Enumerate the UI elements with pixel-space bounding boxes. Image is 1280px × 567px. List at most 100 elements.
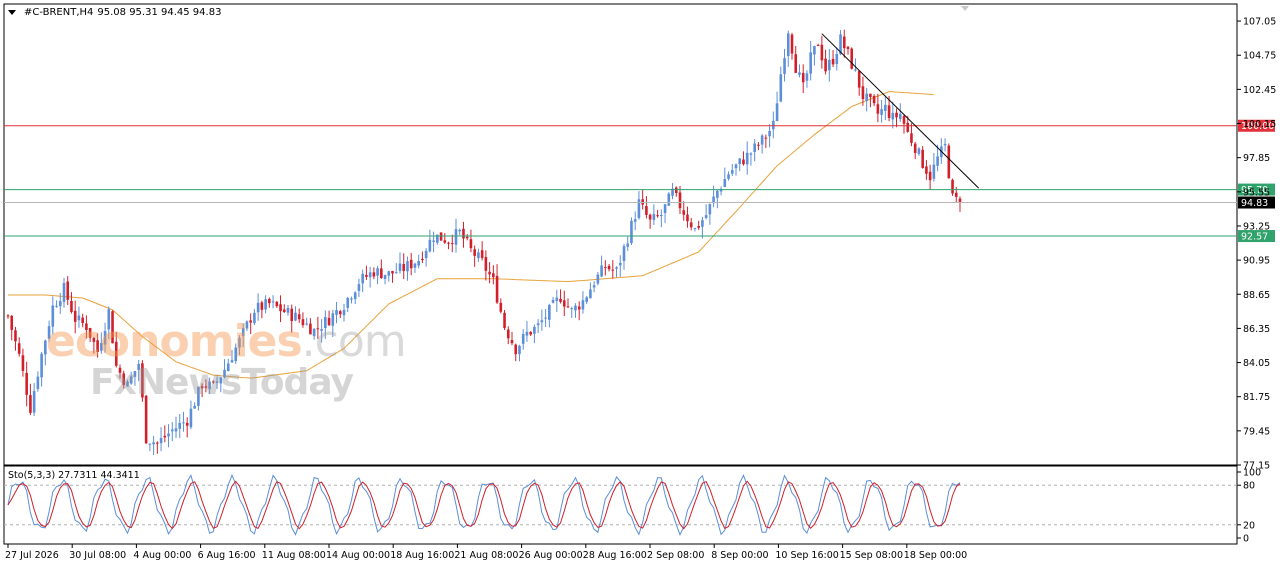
current-price-label: 94.83 [1241, 198, 1268, 209]
candle-body [951, 179, 954, 194]
candle-body [406, 261, 409, 272]
candle-body [156, 442, 159, 444]
candle-body [163, 435, 167, 438]
candle-body [674, 187, 678, 193]
candle-body [350, 298, 353, 300]
candle-body [286, 308, 290, 313]
candle-body [842, 36, 846, 49]
candle-body [600, 265, 603, 277]
candle-body [148, 443, 152, 445]
candle-body [656, 215, 659, 217]
candle-body [689, 222, 693, 228]
candle-body [768, 130, 771, 137]
candle-body [178, 422, 182, 429]
candle-body [835, 54, 839, 65]
candle-body [932, 164, 936, 179]
chevron-down-icon[interactable] [8, 10, 16, 15]
y-tick-label: 88.65 [1243, 290, 1270, 301]
candle-body [745, 152, 749, 165]
candle-body [734, 164, 738, 169]
candle-body [383, 274, 387, 279]
candle-body [910, 133, 913, 143]
stoch-tick-label: 20 [1243, 520, 1255, 531]
candle-body [641, 199, 644, 205]
candle-body [865, 93, 868, 101]
candle-body [174, 428, 178, 432]
candle-body [6, 315, 10, 317]
candle-body [645, 206, 648, 215]
candle-body [346, 297, 350, 308]
candle-body [611, 269, 615, 271]
stoch-tick-label: 100 [1243, 468, 1261, 479]
candle-body [536, 323, 540, 326]
candle-body [391, 270, 394, 274]
candle-body [954, 192, 958, 197]
stoch-tick-label: 80 [1243, 481, 1255, 492]
candle-body [898, 113, 902, 120]
candle-body [794, 54, 798, 73]
candle-body [872, 95, 876, 104]
candle-body [32, 391, 36, 413]
candle-body [413, 263, 417, 268]
candle-body [667, 193, 671, 206]
candle-body [398, 263, 402, 271]
candle-body [917, 148, 921, 154]
candle-body [70, 300, 73, 313]
candle-body [555, 297, 559, 301]
candle-body [450, 243, 454, 245]
candle-body [798, 72, 801, 75]
candle-body [260, 302, 264, 310]
ohlc-values: 95.08 95.31 94.45 94.83 [97, 7, 222, 18]
candle-body [772, 121, 775, 130]
candle-body [533, 326, 536, 334]
candle-body [488, 271, 491, 275]
candle-body [574, 305, 577, 311]
candle-body [264, 299, 267, 310]
candle-body [462, 228, 465, 239]
candle-body [618, 262, 622, 266]
candle-body [376, 268, 379, 276]
candle-body [562, 300, 566, 307]
candle-body [880, 109, 883, 115]
candle-body [518, 345, 521, 355]
x-tick-label: 6 Aug 16:00 [198, 550, 256, 561]
candle-body [906, 122, 910, 132]
candle-body [268, 298, 271, 304]
candle-body [424, 250, 428, 259]
candle-body [626, 243, 630, 247]
candle-body [693, 228, 697, 230]
candle-body [604, 267, 607, 269]
stoch-tick-label: 0 [1243, 534, 1249, 545]
candle-body [581, 300, 585, 310]
candle-body [29, 395, 32, 413]
candle-body [943, 143, 947, 146]
candle-body [443, 240, 447, 243]
candle-body [525, 331, 529, 336]
candle-body [936, 156, 939, 166]
y-tick-label: 86.35 [1243, 324, 1270, 335]
candle-body [925, 166, 928, 174]
candle-body [596, 274, 600, 284]
y-tick-label: 93.25 [1243, 221, 1270, 232]
candle-body [779, 74, 783, 102]
candle-body [738, 158, 742, 164]
candle-body [831, 58, 835, 65]
candle-body [185, 422, 189, 426]
y-tick-label: 79.45 [1243, 426, 1270, 437]
candle-body [275, 301, 279, 307]
candle-body [480, 250, 484, 258]
candle-body [753, 143, 756, 152]
x-tick-label: 26 Aug 00:00 [519, 550, 583, 561]
candle-body [458, 229, 462, 232]
candle-body [506, 329, 510, 339]
candle-body [902, 116, 906, 124]
y-tick-label: 107.05 [1243, 17, 1276, 28]
candle-body [353, 292, 357, 300]
y-tick-label: 90.95 [1243, 256, 1270, 267]
candle-body [633, 219, 637, 222]
x-tick-label: 18 Aug 16:00 [390, 550, 454, 561]
x-tick-label: 4 Aug 00:00 [133, 550, 191, 561]
candle-body [25, 372, 28, 395]
y-tick-label: 81.75 [1243, 392, 1270, 403]
candle-body [828, 60, 831, 71]
